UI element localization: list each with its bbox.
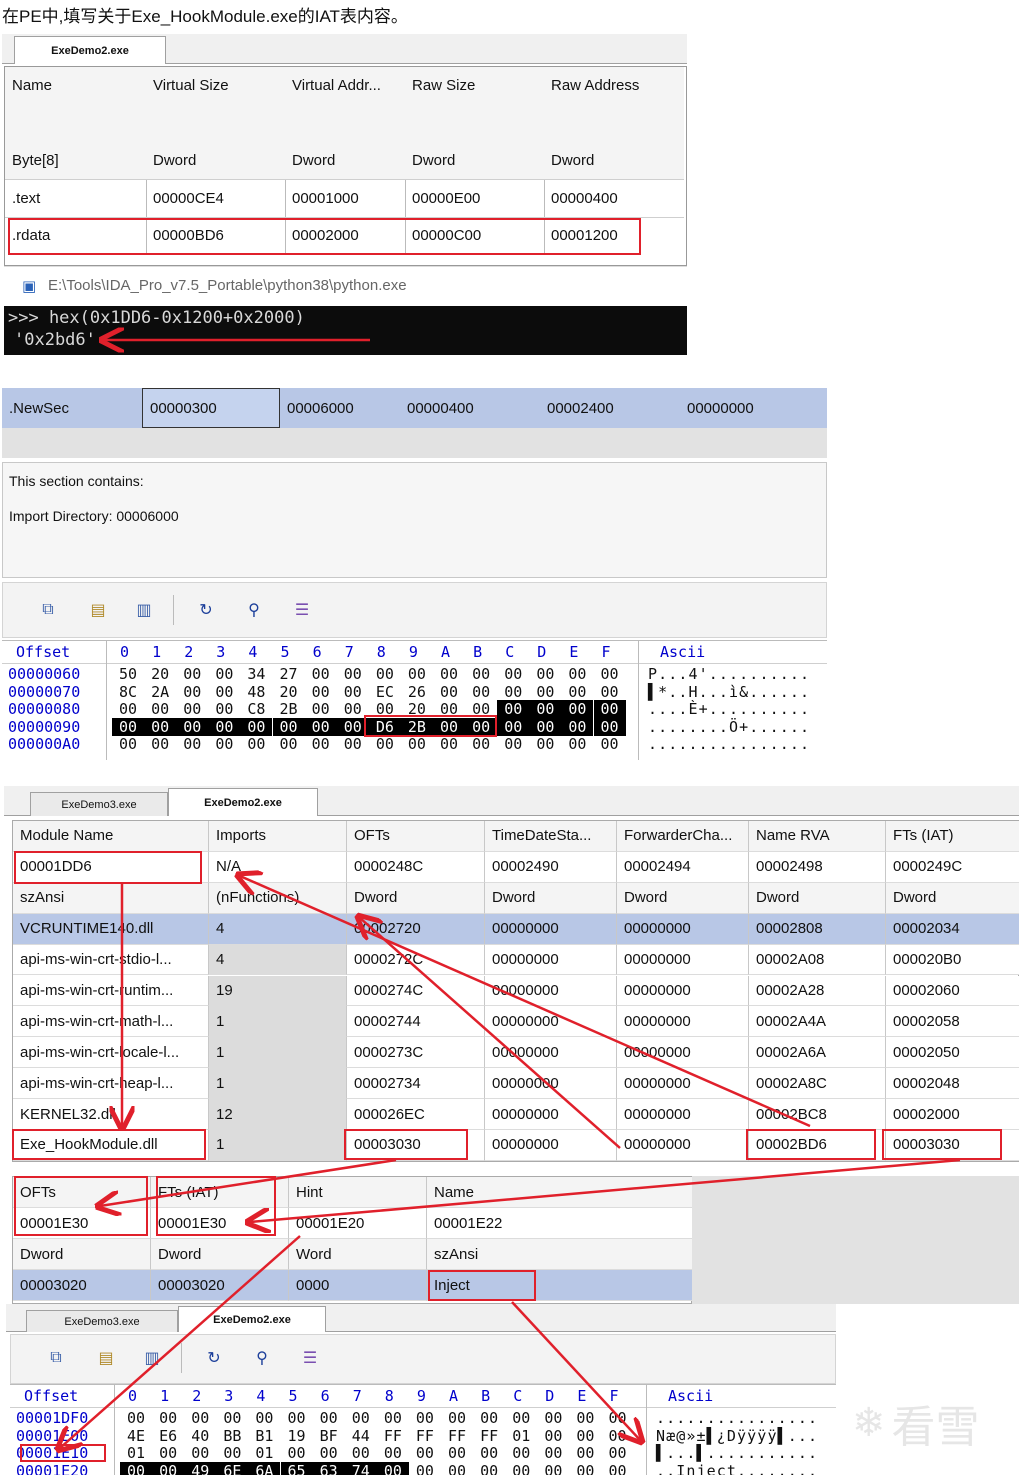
namerva-to-na-arrow — [240, 876, 811, 1128]
ofts-to-sub-arrow — [100, 1158, 397, 1206]
iat-to-sub-arrow — [250, 1158, 961, 1222]
hint-to-ofts-arrow — [360, 918, 621, 1149]
sub-to-hex-arrow — [60, 1235, 301, 1448]
annotation-arrows — [0, 0, 961, 1475]
inject-to-ascii-arrow — [511, 1301, 640, 1440]
